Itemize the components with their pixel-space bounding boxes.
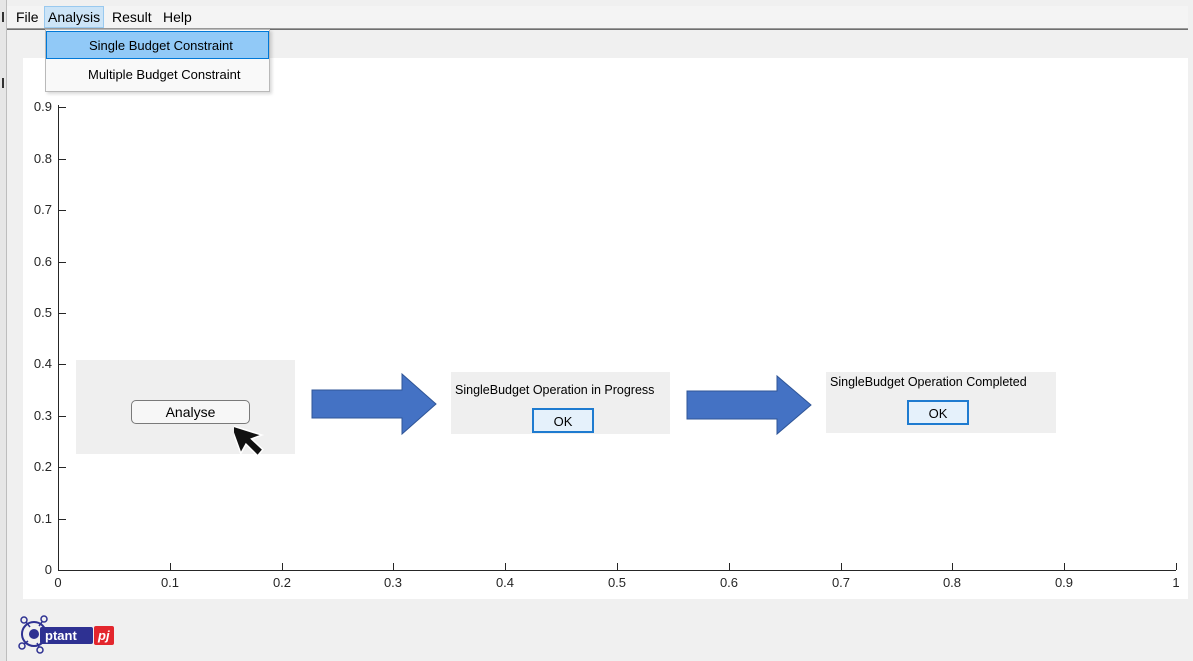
x-tick-label: 0.6	[719, 575, 739, 590]
optant-logo-icon: ptant pj	[18, 615, 114, 654]
svg-text:ptant: ptant	[45, 628, 77, 643]
x-tick	[729, 563, 730, 570]
x-tick-label: 0.2	[272, 575, 292, 590]
y-tick-label: 0.2	[33, 459, 52, 474]
x-tick-label: 0.5	[607, 575, 627, 590]
menu-result[interactable]: Result	[109, 6, 155, 28]
x-tick	[1064, 563, 1065, 570]
x-tick	[1176, 563, 1177, 570]
y-tick-label: 0.9	[33, 99, 52, 114]
y-axis	[58, 105, 59, 571]
arrow-right-icon	[311, 372, 437, 436]
y-tick	[58, 519, 66, 520]
y-tick	[58, 159, 66, 160]
progress-message: SingleBudget Operation in Progress	[455, 383, 655, 397]
completed-ok-button[interactable]: OK	[907, 400, 969, 425]
progress-ok-button[interactable]: OK	[532, 408, 594, 433]
menu-item-single-budget-constraint[interactable]: Single Budget Constraint	[46, 31, 269, 59]
y-tick-label: 0.4	[33, 356, 52, 371]
y-tick-label: 0.7	[33, 202, 52, 217]
edge-mark	[2, 78, 4, 88]
x-tick-label: 0.1	[160, 575, 180, 590]
menu-file[interactable]: File	[13, 6, 42, 28]
x-tick-label: 0.4	[495, 575, 515, 590]
menubar: File Analysis Result Help	[7, 6, 1188, 29]
y-tick-label: 0.3	[33, 408, 52, 423]
window-left-edge	[0, 0, 7, 661]
y-tick-label: 0.6	[33, 254, 52, 269]
x-tick-label: 0.8	[942, 575, 962, 590]
y-tick	[58, 364, 66, 365]
y-tick	[58, 313, 66, 314]
menu-item-multiple-budget-constraint[interactable]: Multiple Budget Constraint	[46, 61, 269, 89]
arrow-right-icon	[686, 374, 812, 436]
x-tick-label: 1	[1172, 575, 1180, 590]
x-axis	[58, 570, 1176, 571]
menu-analysis[interactable]: Analysis	[44, 6, 105, 28]
y-tick	[58, 210, 66, 211]
y-tick	[58, 107, 66, 108]
x-tick	[282, 563, 283, 570]
analyse-button[interactable]: Analyse	[131, 400, 250, 424]
x-tick-label: 0.3	[383, 575, 403, 590]
analysis-dropdown: Single Budget Constraint Multiple Budget…	[45, 29, 270, 92]
y-tick	[58, 467, 66, 468]
x-tick	[170, 563, 171, 570]
edge-mark	[2, 12, 4, 22]
optant-logo: ptant pj	[18, 612, 118, 659]
y-tick-label: 0.5	[33, 305, 52, 320]
menu-help[interactable]: Help	[160, 6, 195, 28]
completed-message: SingleBudget Operation Completed	[830, 375, 1027, 389]
x-tick-label: 0.9	[1054, 575, 1074, 590]
x-tick	[505, 563, 506, 570]
x-tick	[58, 563, 59, 570]
svg-text:pj: pj	[97, 628, 110, 643]
x-tick-label: 0	[54, 575, 62, 590]
mouse-pointer-icon	[234, 424, 265, 457]
y-tick-label: 0.8	[33, 151, 52, 166]
x-tick	[952, 563, 953, 570]
x-tick-label: 0.7	[831, 575, 851, 590]
y-tick-label: 0.1	[33, 511, 52, 526]
y-tick	[58, 570, 66, 571]
x-tick	[393, 563, 394, 570]
plot-area	[23, 58, 1188, 599]
x-tick	[617, 563, 618, 570]
x-tick	[841, 563, 842, 570]
y-tick	[58, 262, 66, 263]
y-tick	[58, 416, 66, 417]
